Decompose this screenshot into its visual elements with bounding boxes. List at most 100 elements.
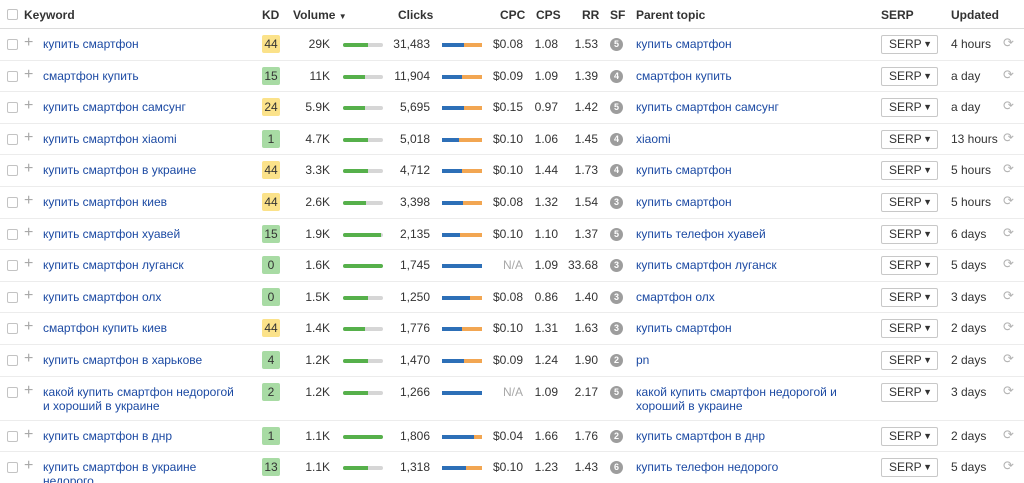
serp-features-badge[interactable]: 5: [610, 385, 623, 399]
serp-button[interactable]: SERP ▼: [881, 129, 938, 149]
plus-icon[interactable]: +: [24, 161, 33, 177]
plus-icon[interactable]: +: [24, 192, 33, 209]
row-checkbox[interactable]: [7, 165, 18, 177]
refresh-icon[interactable]: ⟳: [1003, 161, 1014, 177]
keyword-link[interactable]: купить смартфон в харькове: [43, 353, 243, 367]
refresh-icon[interactable]: ⟳: [1003, 98, 1014, 114]
serp-features-badge[interactable]: 4: [610, 132, 623, 146]
col-keyword[interactable]: Keyword: [24, 8, 75, 22]
refresh-icon[interactable]: ⟳: [1003, 383, 1014, 399]
refresh-icon[interactable]: ⟳: [1003, 288, 1014, 304]
header-select-all[interactable]: [7, 8, 18, 22]
col-updated[interactable]: Updated: [951, 8, 999, 22]
plus-icon[interactable]: +: [24, 382, 33, 399]
serp-features-badge[interactable]: 4: [610, 69, 623, 83]
keyword-link[interactable]: купить смартфон: [43, 37, 243, 51]
parent-topic-link[interactable]: смартфон олх: [636, 290, 851, 304]
plus-icon[interactable]: +: [24, 458, 33, 474]
row-checkbox[interactable]: [7, 39, 18, 50]
plus-icon[interactable]: +: [24, 256, 33, 272]
refresh-icon[interactable]: ⟳: [1003, 193, 1014, 209]
keyword-link[interactable]: купить смартфон в украине недорого: [43, 460, 243, 483]
serp-button[interactable]: SERP ▼: [881, 287, 938, 307]
parent-topic-link[interactable]: купить смартфон: [636, 321, 851, 335]
serp-button[interactable]: SERP ▼: [881, 319, 938, 339]
plus-icon[interactable]: +: [24, 319, 33, 335]
refresh-icon[interactable]: ⟳: [1003, 319, 1014, 335]
plus-icon[interactable]: +: [24, 35, 33, 51]
plus-icon[interactable]: +: [24, 426, 33, 443]
row-checkbox[interactable]: [7, 386, 18, 398]
keyword-link[interactable]: купить смартфон хуавей: [43, 227, 243, 241]
col-kd[interactable]: KD: [262, 8, 279, 22]
parent-topic-link[interactable]: pn: [636, 353, 851, 367]
serp-features-badge[interactable]: 2: [610, 429, 623, 443]
serp-button[interactable]: SERP ▼: [881, 458, 938, 478]
serp-features-badge[interactable]: 4: [610, 164, 623, 178]
keyword-link[interactable]: смартфон купить киев: [43, 321, 243, 335]
serp-button[interactable]: SERP ▼: [881, 192, 938, 212]
serp-button[interactable]: SERP ▼: [881, 382, 938, 402]
serp-features-badge[interactable]: 6: [610, 461, 623, 475]
keyword-link[interactable]: купить смартфон в украине: [43, 163, 243, 177]
serp-button[interactable]: SERP ▼: [881, 66, 938, 86]
keyword-link[interactable]: купить смартфон луганск: [43, 258, 243, 272]
row-checkbox[interactable]: [7, 196, 18, 208]
serp-features-badge[interactable]: 5: [610, 227, 623, 241]
col-sf[interactable]: SF: [610, 8, 625, 22]
serp-features-badge[interactable]: 2: [610, 353, 623, 367]
serp-button[interactable]: SERP ▼: [881, 98, 938, 118]
serp-button[interactable]: SERP ▼: [881, 161, 938, 181]
parent-topic-link[interactable]: купить телефон хуавей: [636, 227, 851, 241]
serp-button[interactable]: SERP ▼: [881, 256, 938, 276]
parent-topic-link[interactable]: купить смартфон самсунг: [636, 100, 851, 114]
serp-features-badge[interactable]: 3: [610, 195, 623, 209]
row-checkbox[interactable]: [7, 228, 18, 240]
plus-icon[interactable]: +: [24, 129, 33, 146]
plus-icon[interactable]: +: [24, 66, 33, 83]
keyword-link[interactable]: купить смартфон самсунг: [43, 100, 243, 114]
parent-topic-link[interactable]: какой купить смартфон недорогой и хороши…: [636, 385, 851, 413]
refresh-icon[interactable]: ⟳: [1003, 130, 1014, 146]
plus-icon[interactable]: +: [24, 287, 33, 304]
serp-features-badge[interactable]: 5: [610, 101, 623, 115]
parent-topic-link[interactable]: xiaomi: [636, 132, 851, 146]
serp-features-badge[interactable]: 5: [610, 38, 623, 51]
col-cps[interactable]: CPS: [536, 8, 561, 22]
row-checkbox[interactable]: [7, 291, 18, 303]
refresh-icon[interactable]: ⟳: [1003, 256, 1014, 272]
parent-topic-link[interactable]: купить смартфон: [636, 195, 851, 209]
refresh-icon[interactable]: ⟳: [1003, 351, 1014, 367]
serp-button[interactable]: SERP ▼: [881, 224, 938, 244]
plus-icon[interactable]: +: [24, 350, 33, 367]
row-checkbox[interactable]: [7, 430, 18, 442]
col-rr[interactable]: RR: [582, 8, 599, 22]
row-checkbox[interactable]: [7, 133, 18, 145]
row-checkbox[interactable]: [7, 102, 18, 114]
refresh-icon[interactable]: ⟳: [1003, 67, 1014, 83]
keyword-link[interactable]: купить смартфон xiaomi: [43, 132, 243, 146]
refresh-icon[interactable]: ⟳: [1003, 225, 1014, 241]
serp-button[interactable]: SERP ▼: [881, 35, 938, 54]
serp-features-badge[interactable]: 3: [610, 290, 623, 304]
serp-features-badge[interactable]: 3: [610, 259, 623, 273]
keyword-link[interactable]: купить смартфон киев: [43, 195, 243, 209]
col-volume[interactable]: Volume ▼: [293, 8, 347, 22]
refresh-icon[interactable]: ⟳: [1003, 427, 1014, 443]
keyword-link[interactable]: купить смартфон в днр: [43, 429, 243, 443]
row-checkbox[interactable]: [7, 354, 18, 366]
col-clicks[interactable]: Clicks: [398, 8, 433, 22]
serp-button[interactable]: SERP ▼: [881, 350, 938, 370]
refresh-icon[interactable]: ⟳: [1003, 35, 1014, 51]
col-parent-topic[interactable]: Parent topic: [636, 8, 705, 22]
parent-topic-link[interactable]: купить смартфон: [636, 37, 851, 51]
plus-icon[interactable]: +: [24, 98, 33, 114]
keyword-link[interactable]: смартфон купить: [43, 69, 243, 83]
row-checkbox[interactable]: [7, 462, 18, 474]
keyword-link[interactable]: купить смартфон олх: [43, 290, 243, 304]
row-checkbox[interactable]: [7, 70, 18, 82]
keyword-link[interactable]: какой купить смартфон недорогой и хороши…: [43, 385, 243, 413]
parent-topic-link[interactable]: купить смартфон луганск: [636, 258, 851, 272]
col-cpc[interactable]: CPC: [500, 8, 525, 22]
serp-features-badge[interactable]: 3: [610, 322, 623, 336]
